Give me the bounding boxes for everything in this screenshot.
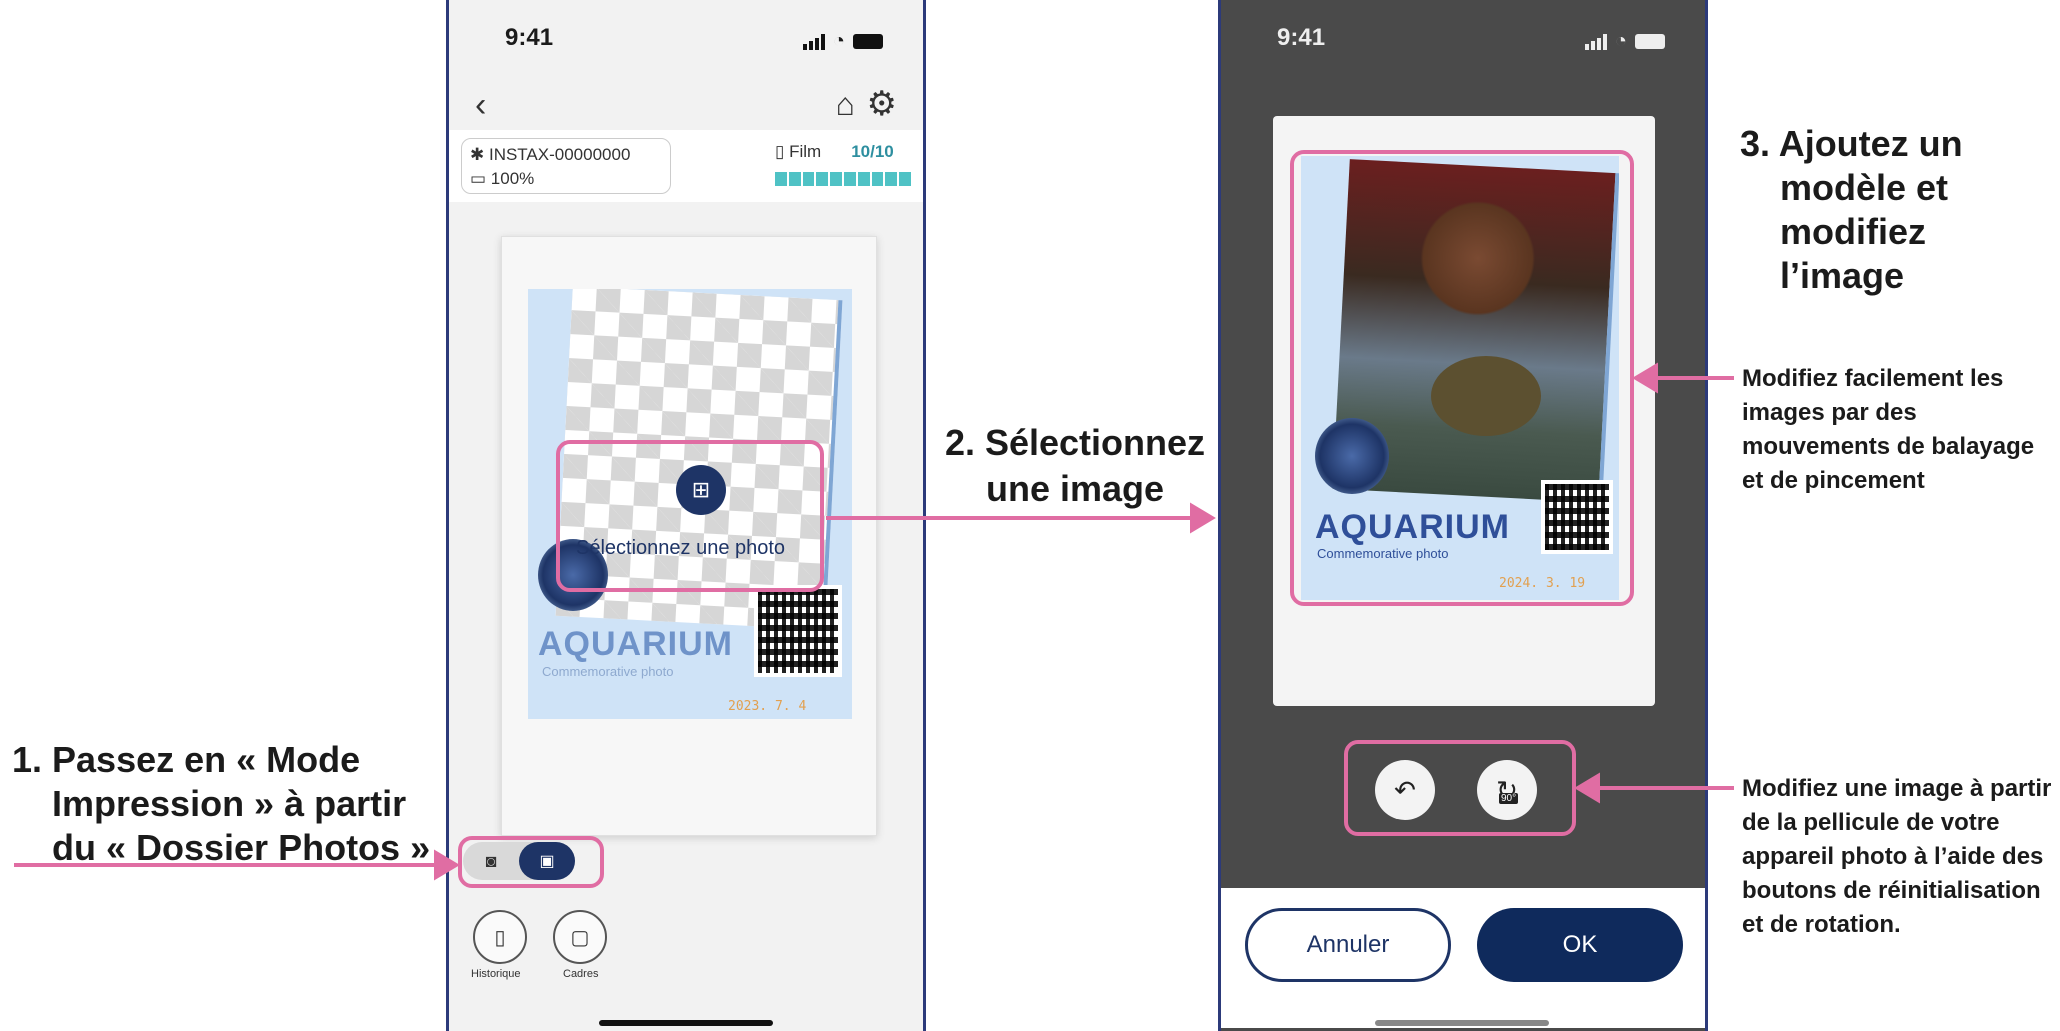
arrow-buttons-head — [1574, 772, 1600, 804]
arrow-step1-head — [434, 849, 460, 881]
arrow-step2-head — [1190, 502, 1216, 534]
callout-arrows — [14, 362, 1734, 881]
arrow-swipe-head — [1632, 362, 1658, 394]
